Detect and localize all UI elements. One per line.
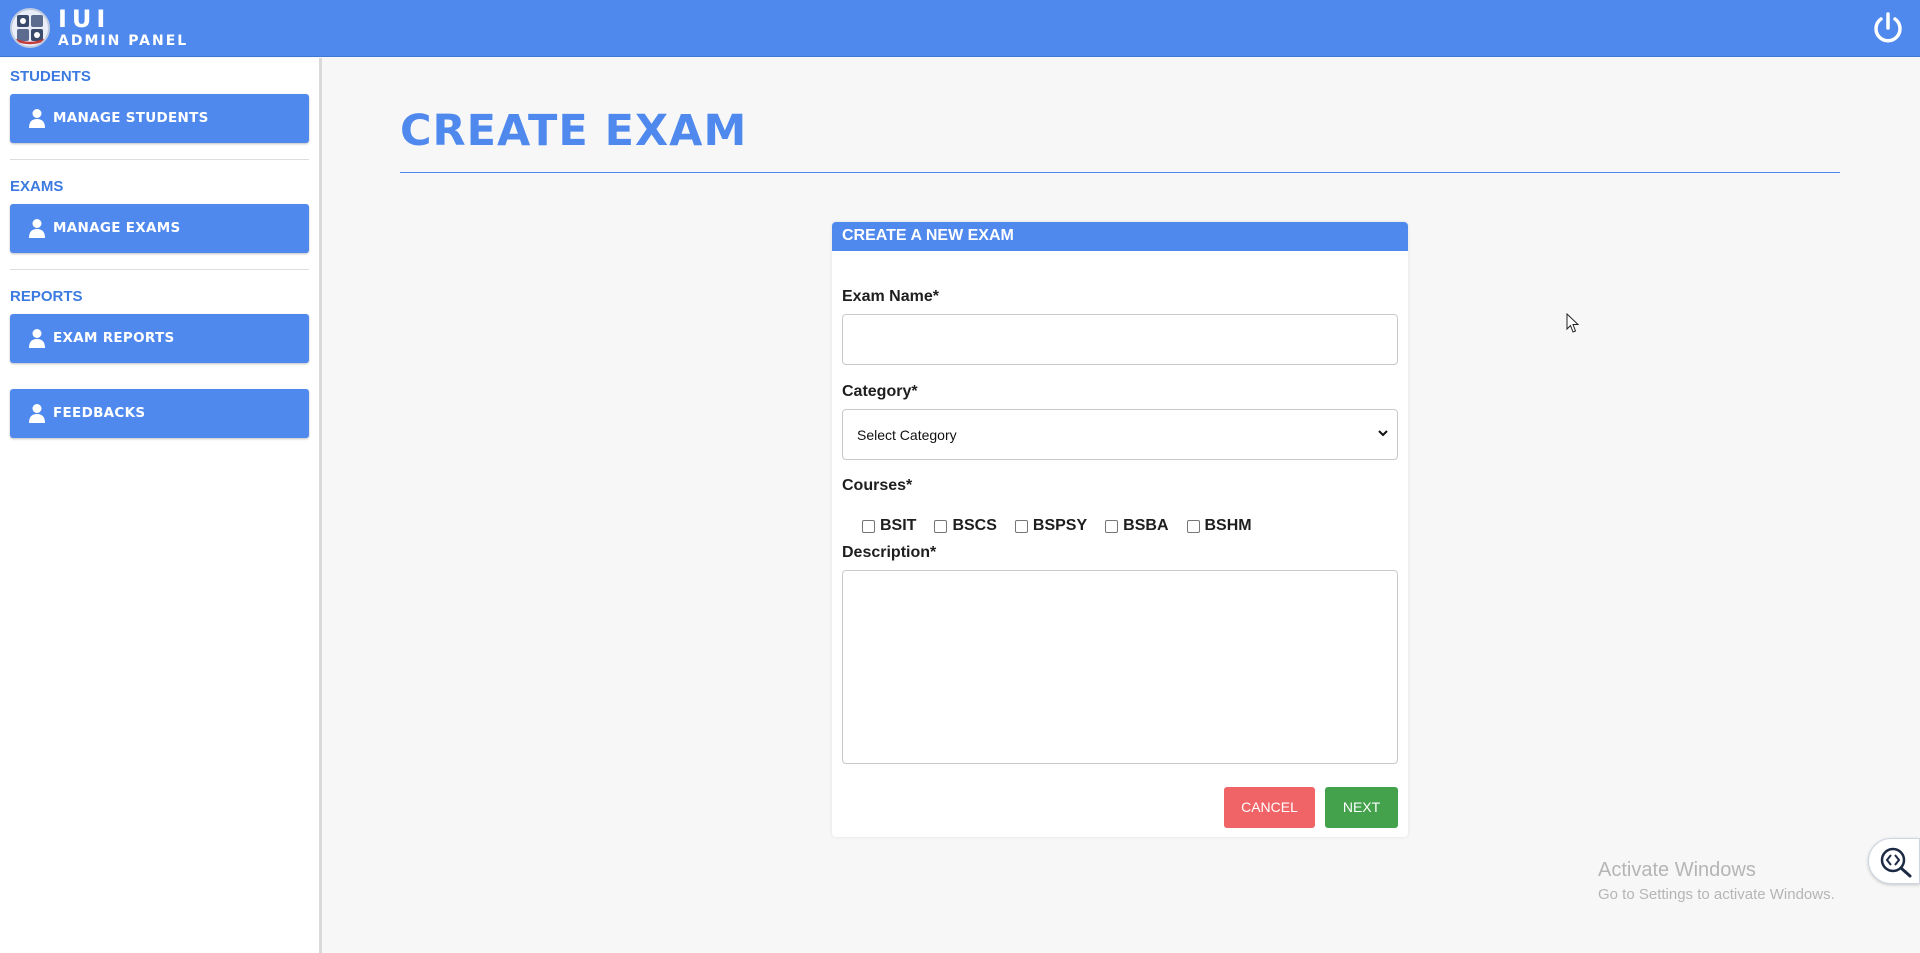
category-select[interactable]: Select Category bbox=[842, 409, 1398, 460]
category-label: Category* bbox=[842, 383, 918, 400]
course-label: BSBA bbox=[1123, 517, 1169, 534]
sidebar-item-manage-exams[interactable]: MANAGE EXAMS bbox=[10, 204, 309, 253]
course-label: BSHM bbox=[1204, 517, 1252, 534]
sidebar-item-label: MANAGE STUDENTS bbox=[53, 110, 209, 126]
course-checkbox[interactable] bbox=[934, 519, 948, 533]
next-button[interactable]: NEXT bbox=[1325, 787, 1398, 828]
course-checkbox[interactable] bbox=[1105, 519, 1119, 533]
sidebar-section-students: STUDENTS bbox=[10, 68, 91, 85]
app-subtitle: ADMIN PANEL bbox=[58, 33, 189, 49]
cancel-button[interactable]: CANCEL bbox=[1224, 787, 1315, 828]
power-icon[interactable] bbox=[1870, 10, 1906, 46]
sidebar-item-feedbacks[interactable]: FEEDBACKS bbox=[10, 389, 309, 438]
course-option-bscs[interactable]: BSCS bbox=[934, 517, 997, 535]
sidebar-divider bbox=[10, 269, 309, 270]
exam-name-input[interactable] bbox=[842, 314, 1398, 365]
course-option-bspsy[interactable]: BSPSY bbox=[1014, 517, 1088, 535]
course-label: BSCS bbox=[952, 517, 997, 534]
search-code-icon bbox=[1880, 847, 1912, 878]
courses-label: Courses* bbox=[842, 477, 913, 494]
watermark-title: Activate Windows bbox=[1598, 859, 1756, 881]
watermark-subtitle: Go to Settings to activate Windows. bbox=[1598, 886, 1835, 903]
course-option-bsit[interactable]: BSIT bbox=[862, 517, 916, 535]
sidebar-section-reports: REPORTS bbox=[10, 288, 83, 305]
top-bar: IUI ADMIN PANEL bbox=[0, 0, 1920, 57]
sidebar-item-label: EXAM REPORTS bbox=[53, 330, 175, 346]
sidebar-section-exams: EXAMS bbox=[10, 178, 64, 195]
sidebar-item-manage-students[interactable]: MANAGE STUDENTS bbox=[10, 94, 309, 143]
sidebar-item-exam-reports[interactable]: EXAM REPORTS bbox=[10, 314, 309, 363]
course-checkbox[interactable] bbox=[1014, 519, 1028, 533]
user-icon bbox=[29, 109, 45, 128]
category-selected-value: Select Category bbox=[857, 427, 957, 443]
course-label: BSPSY bbox=[1032, 517, 1088, 534]
title-divider bbox=[400, 172, 1840, 173]
form-heading: CREATE A NEW EXAM bbox=[832, 222, 1408, 251]
courses-group: BSIT BSCS BSPSY BSBA BSHM bbox=[862, 516, 1270, 536]
university-logo-icon[interactable] bbox=[10, 8, 50, 48]
mouse-cursor-icon bbox=[1566, 313, 1580, 333]
user-icon bbox=[29, 329, 45, 348]
accessibility-search-button[interactable] bbox=[1868, 838, 1920, 884]
course-option-bshm[interactable]: BSHM bbox=[1186, 517, 1252, 535]
description-label: Description* bbox=[842, 544, 937, 561]
user-icon bbox=[29, 404, 45, 423]
course-option-bsba[interactable]: BSBA bbox=[1105, 517, 1169, 535]
create-exam-form: CREATE A NEW EXAM Exam Name* Category* S… bbox=[832, 222, 1408, 837]
chevron-down-icon bbox=[1378, 430, 1388, 437]
app-title: IUI bbox=[58, 5, 111, 33]
course-checkbox[interactable] bbox=[862, 519, 875, 533]
sidebar-item-label: FEEDBACKS bbox=[53, 405, 146, 421]
course-label: BSIT bbox=[880, 517, 917, 534]
course-checkbox[interactable] bbox=[1186, 519, 1200, 533]
sidebar-item-label: MANAGE EXAMS bbox=[53, 220, 181, 236]
exam-name-label: Exam Name* bbox=[842, 288, 939, 305]
page-title: CREATE EXAM bbox=[400, 106, 748, 156]
user-icon bbox=[29, 219, 45, 238]
windows-activation-watermark: Activate Windows Go to Settings to activ… bbox=[1598, 859, 1835, 903]
description-textarea[interactable] bbox=[842, 570, 1398, 764]
sidebar: STUDENTS MANAGE STUDENTS EXAMS MANAGE EX… bbox=[0, 58, 322, 953]
sidebar-divider bbox=[10, 159, 309, 160]
